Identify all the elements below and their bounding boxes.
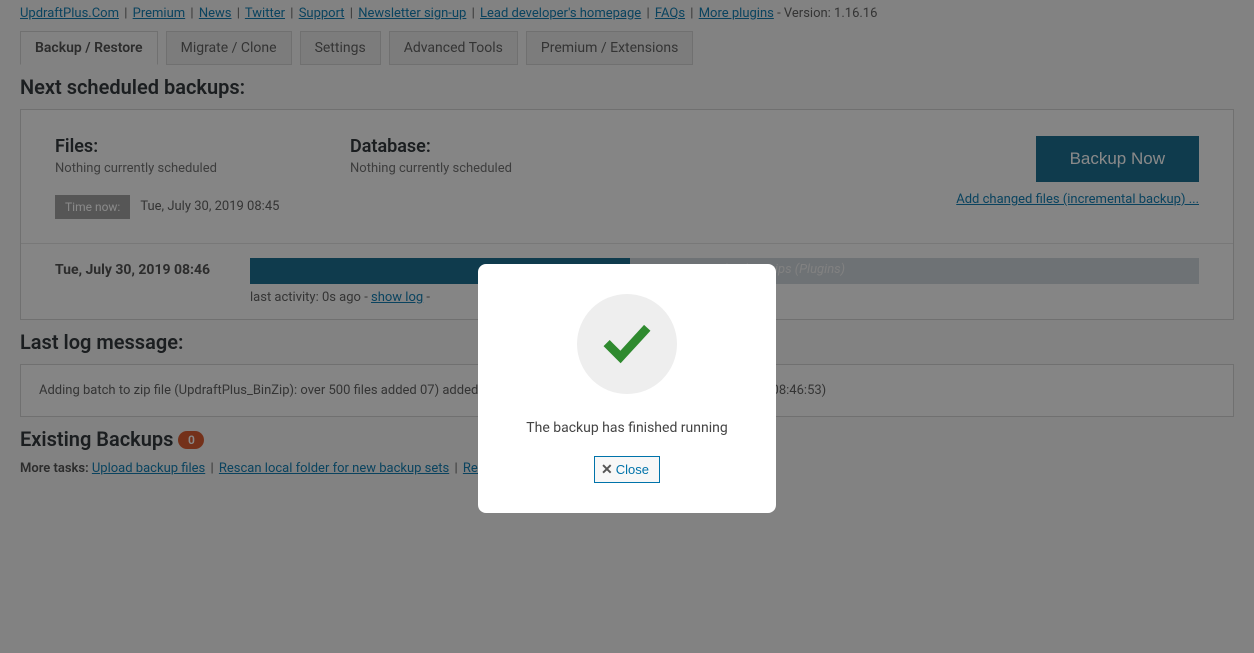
checkmark-icon [577, 294, 677, 394]
close-button[interactable]: ✕ Close [594, 456, 660, 483]
close-icon: ✕ [601, 461, 613, 478]
dialog-message: The backup has finished running [478, 420, 776, 436]
modal-overlay: The backup has finished running ✕ Close [0, 0, 1254, 653]
backup-finished-dialog: The backup has finished running ✕ Close [478, 264, 776, 513]
